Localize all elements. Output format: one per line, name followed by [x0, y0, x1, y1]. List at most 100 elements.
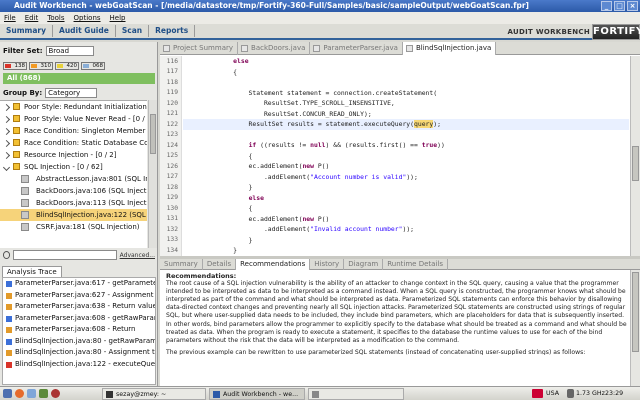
trace-label: ParameterParser.java:638 - Return value … — [15, 302, 156, 310]
tab-summary[interactable]: Summary — [0, 25, 54, 37]
trace-item[interactable]: ParameterParser.java:608 - Return — [3, 324, 155, 336]
category-item[interactable]: Resource Injection - [0 / 2] — [0, 149, 147, 161]
trace-label: BlindSqlInjection.java:122 - executeQuer… — [15, 359, 156, 368]
category-item[interactable]: Race Condition: Static Database Connecti… — [0, 137, 147, 149]
close-button[interactable]: × — [627, 1, 638, 11]
editor-tab[interactable]: BackDoors.java — [238, 42, 311, 55]
trace-item[interactable]: ParameterParser.java:627 - Assignment to — [3, 290, 155, 302]
scroll-thumb[interactable] — [632, 272, 639, 352]
maximize-button[interactable]: □ — [614, 1, 625, 11]
issue-item[interactable]: BackDoors.java:113 (SQL Injection) — [0, 197, 147, 209]
minimize-button[interactable]: _ — [601, 1, 612, 11]
details-scrollbar[interactable] — [630, 270, 640, 386]
menu-edit[interactable]: Edit — [25, 12, 39, 24]
category-item[interactable]: SQL Injection - [0 / 62] — [0, 161, 147, 173]
help-icon[interactable] — [51, 389, 60, 398]
detail-tab[interactable]: Runtime Details — [383, 259, 448, 270]
category-item[interactable]: Race Condition: Singleton Member Field -… — [0, 125, 147, 137]
trace-label: BlindSqlInjection.java:80 - Assignment t… — [15, 348, 156, 356]
issue-item[interactable]: BlindSqlInjection.java:122 (SQL Injectio… — [0, 209, 147, 221]
chevron-right-icon[interactable] — [2, 139, 11, 148]
menu-options[interactable]: Options — [74, 12, 101, 24]
trace-item[interactable]: ParameterParser.java:608 - getRawParamet… — [3, 313, 155, 325]
editor-tab[interactable]: BlindSqlInjection.java — [402, 42, 497, 55]
editor-scrollbar[interactable] — [630, 56, 640, 256]
tab-audit-guide[interactable]: Audit Guide — [53, 25, 116, 37]
detail-tab[interactable]: History — [310, 259, 345, 270]
category-item[interactable]: Poor Style: Redundant Initialization - [… — [0, 101, 147, 113]
advanced-search-link[interactable]: Advanced... — [120, 252, 155, 259]
trace-label: ParameterParser.java:617 - getParameter(… — [15, 279, 156, 287]
detail-tab[interactable]: Details — [203, 259, 237, 270]
issue-item[interactable]: BackDoors.java:106 (SQL Injection) — [0, 185, 147, 197]
chevron-right-icon[interactable] — [2, 103, 11, 112]
mail-icon[interactable] — [27, 389, 36, 398]
menu-file[interactable]: File — [4, 12, 16, 24]
title-bar[interactable]: Audit Workbench - webGoatScan - [/media/… — [0, 0, 640, 12]
launcher-icon[interactable] — [39, 389, 48, 398]
applications-menu-icon[interactable] — [3, 389, 12, 398]
low-icon — [83, 64, 89, 68]
line-number: 131 — [166, 215, 178, 222]
issues-panel: Filter Set: Broad 138 310 420 068 All (8… — [0, 42, 158, 264]
category-item[interactable]: Poor Style: Value Never Read - [0 / 1] — [0, 113, 147, 125]
all-issues-tab[interactable]: All (868) — [3, 73, 155, 84]
scroll-thumb[interactable] — [632, 146, 639, 181]
trace-item[interactable]: ParameterParser.java:617 - getParameter(… — [3, 278, 155, 290]
editor-tab[interactable]: ParameterParser.java — [310, 42, 403, 55]
flag-icon[interactable] — [532, 389, 543, 398]
detail-tab[interactable]: Diagram — [344, 259, 384, 270]
issue-label: Race Condition: Static Database Connecti… — [24, 139, 147, 147]
issue-label: Race Condition: Singleton Member Field -… — [24, 127, 147, 135]
line-number: 133 — [166, 236, 178, 243]
menu-tools[interactable]: Tools — [47, 12, 64, 24]
chevron-down-icon[interactable] — [2, 163, 11, 172]
tab-reports[interactable]: Reports — [149, 25, 196, 37]
chevron-right-icon[interactable] — [2, 127, 11, 136]
taskbar-item-audit-workbench[interactable]: Audit Workbench - we... — [209, 388, 305, 400]
detail-tab[interactable]: Recommendations — [236, 259, 311, 270]
keyboard-layout[interactable]: USA — [546, 387, 559, 400]
file-icon — [21, 223, 29, 231]
issue-item[interactable]: AbstractLesson.java:801 (SQL Injection) — [0, 173, 147, 185]
issue-item[interactable]: CSRF.java:181 (SQL Injection) — [0, 221, 147, 233]
issue-details-panel: Summary Details Recommendations History Diag… — [160, 259, 640, 386]
code-line: ec.addElement(new P() — [187, 162, 330, 170]
critical-icon — [5, 64, 11, 68]
filter-set-select[interactable]: Broad — [45, 46, 94, 56]
folder-icon — [13, 151, 20, 158]
editor-tab[interactable]: Project Summary — [160, 42, 239, 55]
code-line: .addElement("Account number is valid")); — [187, 172, 418, 181]
trace-node-icon — [6, 304, 12, 310]
code-line: else — [233, 57, 249, 65]
trace-node-icon — [6, 327, 12, 333]
priority-critical-count[interactable]: 138 — [3, 62, 27, 70]
firefox-icon[interactable] — [15, 389, 24, 398]
clock[interactable]: 23:29 — [605, 387, 623, 400]
tab-scan[interactable]: Scan — [116, 25, 150, 37]
trace-item[interactable]: ParameterParser.java:638 - Return value … — [3, 301, 155, 313]
trace-item[interactable]: BlindSqlInjection.java:122 - executeQuer… — [3, 359, 155, 371]
priority-low-count[interactable]: 068 — [81, 62, 105, 70]
recommendations-text: Recommendations: The root cause of a SQL… — [166, 272, 628, 355]
scroll-thumb[interactable] — [150, 114, 156, 154]
chevron-right-icon[interactable] — [2, 115, 11, 124]
line-number: 126 — [166, 162, 178, 170]
search-input[interactable] — [13, 250, 117, 260]
detail-tab[interactable]: Summary — [160, 259, 203, 270]
group-by-select[interactable]: Category — [45, 88, 98, 98]
line-number: 132 — [166, 225, 178, 233]
trace-item[interactable]: BlindSqlInjection.java:80 - Assignment t… — [3, 347, 155, 359]
issue-tree-scrollbar[interactable] — [148, 100, 157, 248]
trace-item[interactable]: BlindSqlInjection.java:80 - getRawParame… — [3, 336, 155, 348]
chevron-right-icon[interactable] — [2, 151, 11, 160]
taskbar-item-terminal[interactable]: sezay@zmey: ~ — [102, 388, 206, 400]
menu-help[interactable]: Help — [110, 12, 126, 24]
code-view[interactable]: else { Statement statement = connection.… — [183, 56, 629, 256]
file-icon — [405, 45, 413, 52]
tab-analysis-trace[interactable]: Analysis Trace — [2, 266, 62, 277]
issue-label: Resource Injection - [0 / 2] — [24, 151, 117, 159]
priority-medium-count[interactable]: 420 — [55, 62, 79, 70]
priority-high-count[interactable]: 310 — [29, 62, 53, 70]
taskbar-item-window[interactable] — [308, 388, 404, 400]
